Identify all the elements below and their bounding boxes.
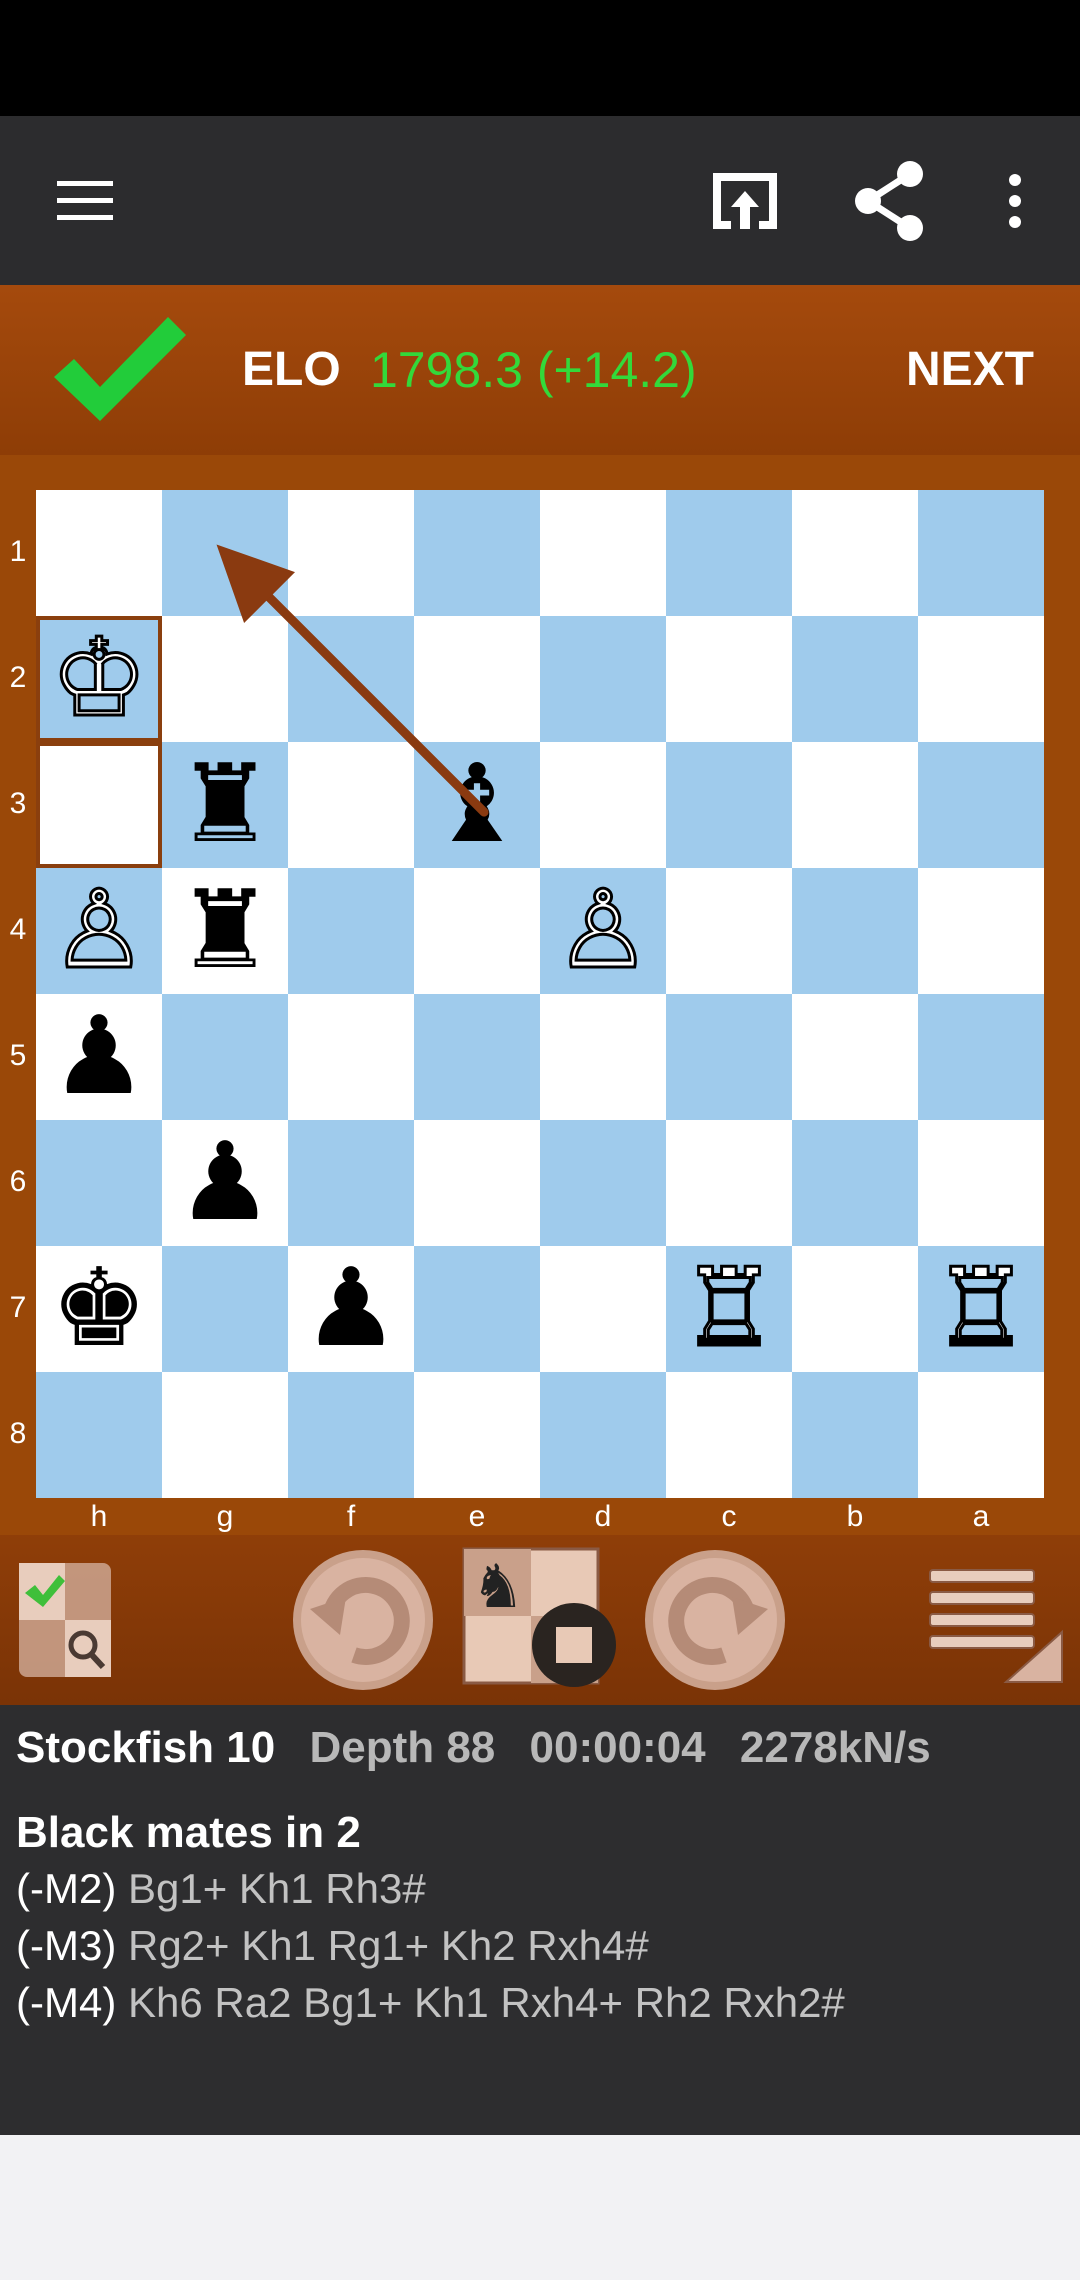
arrow-shaft <box>259 587 489 817</box>
rank-label: 4 <box>9 913 27 946</box>
play-mode-icon[interactable]: ♞ <box>460 1535 630 1705</box>
rank-label: 7 <box>9 1291 27 1324</box>
line-score: (-M3) <box>16 1922 117 1969</box>
rank-label: 8 <box>9 1417 27 1450</box>
engine-panel: Stockfish 10 Depth 88 00:00:04 2278kN/s … <box>0 1705 1080 2135</box>
engine-header: Stockfish 10 Depth 88 00:00:04 2278kN/s <box>16 1723 931 1773</box>
file-label: b <box>846 1500 864 1533</box>
file-label: a <box>972 1500 990 1533</box>
elo-label: ELO <box>242 343 341 396</box>
result-banner: ELO 1798.3 (+14.2) NEXT <box>0 285 1080 455</box>
more-vert-icon[interactable] <box>990 116 1040 285</box>
check-icon <box>50 313 190 433</box>
line-moves: Rg2+ Kh1 Rg1+ Kh2 Rxh4# <box>127 1922 649 1969</box>
controls-bar: ♞ <box>0 1535 1080 1705</box>
rank-label: 6 <box>9 1165 27 1198</box>
engine-name: Stockfish 10 <box>16 1723 276 1772</box>
mate-summary: Black mates in 2 <box>16 1808 361 1857</box>
file-label: f <box>346 1500 356 1533</box>
engine-depth: Depth 88 <box>309 1723 496 1772</box>
file-label: e <box>468 1500 486 1533</box>
file-label: d <box>594 1500 612 1533</box>
share-icon[interactable] <box>845 116 935 285</box>
rank-label: 5 <box>9 1039 27 1072</box>
app-toolbar <box>0 116 1080 285</box>
undo-icon[interactable] <box>288 1535 438 1705</box>
line-moves: Bg1+ Kh1 Rh3# <box>127 1865 426 1912</box>
file-label: g <box>216 1500 234 1533</box>
hamburger-menu-icon[interactable] <box>40 116 130 285</box>
bottom-area <box>0 2135 1080 2280</box>
line-moves: Kh6 Ra2 Bg1+ Kh1 Rxh4+ Rh2 Rxh2# <box>127 1979 845 2026</box>
rank-label: 3 <box>9 787 27 820</box>
file-label: c <box>721 1500 737 1533</box>
line-score: (-M4) <box>16 1979 117 2026</box>
engine-line[interactable]: (-M2) Bg1+ Kh1 Rh3# <box>16 1865 426 1913</box>
elo-value: 1798.3 (+14.2) <box>370 342 697 398</box>
engine-line[interactable]: (-M4) Kh6 Ra2 Bg1+ Kh1 Rxh4+ Rh2 Rxh2# <box>16 1979 845 2027</box>
engine-line[interactable]: (-M3) Rg2+ Kh1 Rg1+ Kh2 Rxh4# <box>16 1922 649 1970</box>
move-arrow <box>216 544 489 817</box>
engine-speed: 2278kN/s <box>739 1723 931 1772</box>
redo-icon[interactable] <box>640 1535 790 1705</box>
open-external-icon[interactable] <box>700 116 790 285</box>
move-list-icon[interactable] <box>920 1535 1070 1705</box>
engine-time: 00:00:04 <box>529 1723 706 1772</box>
mode-toggle-icon[interactable] <box>10 1535 120 1705</box>
rank-label: 1 <box>9 535 27 568</box>
line-score: (-M2) <box>16 1865 117 1912</box>
board-area: ♔ ♜ ♝ ♙ ♜ ♙ ♟ ♟ ♚ ♟ ♖ ♖ 12345678 hgfedcba <box>0 455 1080 1535</box>
rank-label: 2 <box>9 661 27 694</box>
file-label: h <box>90 1500 108 1533</box>
svg-text:♞: ♞ <box>471 1552 525 1622</box>
status-bar <box>0 0 1080 116</box>
next-button[interactable]: NEXT <box>906 285 1034 455</box>
